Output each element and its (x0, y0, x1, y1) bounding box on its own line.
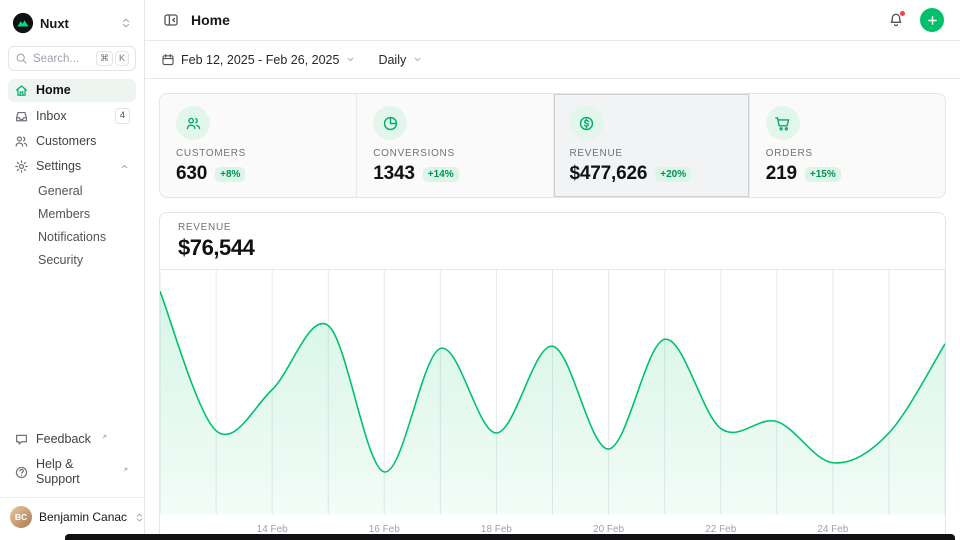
sidebar-item-customers[interactable]: Customers (8, 130, 136, 153)
page-header: Home (145, 0, 960, 41)
team-switcher[interactable]: Nuxt (8, 8, 136, 38)
stats-grid: CUSTOMERS 630 +8% CONVERSIONS 1343 +14% (159, 93, 946, 198)
header-actions (886, 8, 944, 32)
stat-card-orders[interactable]: ORDERS 219 +15% (749, 94, 945, 197)
stat-value: 630 (176, 163, 207, 185)
gear-icon (14, 159, 29, 174)
home-icon (14, 83, 29, 98)
stat-label: ORDERS (766, 148, 813, 159)
sidebar-item-label: Settings (36, 159, 81, 174)
search-input[interactable]: Search... ⌘ K (8, 46, 136, 71)
calendar-icon (161, 53, 175, 67)
k-key: K (115, 51, 129, 66)
nuxt-logo-icon (12, 12, 34, 34)
notifications-button[interactable] (886, 10, 906, 30)
stat-value: $477,626 (570, 163, 648, 185)
sidebar-item-label: Customers (36, 134, 96, 149)
interval-value: Daily (378, 53, 406, 67)
sidebar-item-label: Home (36, 83, 71, 98)
users-icon (14, 134, 29, 149)
stat-card-revenue[interactable]: REVENUE $477,626 +20% (553, 94, 749, 197)
users-icon (176, 106, 210, 140)
sidebar-item-members[interactable]: Members (8, 203, 136, 226)
stat-label: CONVERSIONS (373, 148, 455, 159)
sidebar-item-notifications[interactable]: Notifications (8, 226, 136, 249)
stat-change-badge: +15% (805, 167, 841, 182)
sidebar-spacer (8, 272, 136, 428)
search-icon (15, 52, 28, 65)
sidebar-item-settings[interactable]: Settings (8, 155, 136, 178)
sidebar-item-home[interactable]: Home (8, 79, 136, 102)
plus-icon (926, 14, 939, 27)
sidebar-item-label: General (38, 184, 82, 199)
bottom-bar (65, 534, 955, 540)
sidebar-item-label: Help & Support (36, 457, 112, 487)
inbox-count-badge: 4 (115, 108, 130, 124)
stat-label: CUSTOMERS (176, 148, 246, 159)
page-title: Home (191, 12, 230, 28)
external-link-icon (121, 465, 130, 474)
stat-value: 219 (766, 163, 797, 185)
brand-name: Nuxt (40, 16, 69, 31)
sidebar-item-label: Feedback (36, 432, 91, 447)
sidebar-item-security[interactable]: Security (8, 249, 136, 272)
sidebar-footer-nav: Feedback Help & Support (8, 428, 136, 491)
chart-header: REVENUE $76,544 (160, 213, 945, 270)
settings-subnav: General Members Notifications Security (8, 180, 136, 272)
revenue-chart: 14 Feb16 Feb18 Feb20 Feb22 Feb24 Feb (160, 270, 945, 539)
dashboard-app: Nuxt Search... ⌘ K Home (0, 0, 960, 540)
search-shortcut: ⌘ K (96, 51, 129, 66)
date-range-value: Feb 12, 2025 - Feb 26, 2025 (181, 53, 339, 67)
date-range-picker[interactable]: Feb 12, 2025 - Feb 26, 2025 (161, 53, 356, 67)
sidebar-item-label: Security (38, 253, 83, 268)
stat-change-badge: +14% (423, 167, 459, 182)
cmd-key: ⌘ (96, 51, 113, 66)
stat-card-customers[interactable]: CUSTOMERS 630 +8% (160, 94, 356, 197)
sidebar-collapse-button[interactable] (161, 10, 181, 30)
external-link-icon (100, 432, 109, 441)
sidebar-nav: Home Inbox 4 Customers Settings (8, 79, 136, 272)
stat-card-conversions[interactable]: CONVERSIONS 1343 +14% (356, 94, 552, 197)
stat-change-badge: +8% (215, 167, 245, 182)
sidebar: Nuxt Search... ⌘ K Home (0, 0, 145, 540)
chevron-up-icon (119, 161, 130, 172)
sidebar-item-label: Members (38, 207, 90, 222)
user-avatar: BC (10, 506, 32, 528)
stat-label: REVENUE (570, 148, 623, 159)
search-placeholder: Search... (33, 53, 79, 65)
content-area: CUSTOMERS 630 +8% CONVERSIONS 1343 +14% (145, 79, 960, 540)
panel-left-close-icon (163, 12, 179, 28)
sidebar-item-label: Notifications (38, 230, 106, 245)
sidebar-item-label: Inbox (36, 109, 67, 124)
dollar-circle-icon (570, 106, 604, 140)
sidebar-item-inbox[interactable]: Inbox 4 (8, 104, 136, 128)
notification-dot (899, 10, 906, 17)
help-circle-icon (14, 465, 29, 480)
inbox-icon (14, 109, 29, 124)
user-name: Benjamin Canac (39, 510, 127, 524)
chevron-down-icon (345, 54, 356, 65)
stat-value: 1343 (373, 163, 415, 185)
user-menu[interactable]: BC Benjamin Canac (0, 497, 144, 532)
chart-pie-icon (373, 106, 407, 140)
chart-title: REVENUE (178, 222, 927, 233)
main-area: Home Feb 12, 2 (145, 0, 960, 540)
stat-change-badge: +20% (655, 167, 691, 182)
sidebar-item-help-support[interactable]: Help & Support (8, 453, 136, 491)
revenue-chart-card: REVENUE $76,544 14 Feb16 Feb18 Feb20 Feb… (159, 212, 946, 540)
shopping-cart-icon (766, 106, 800, 140)
chevrons-up-down-icon (120, 17, 132, 29)
chevrons-up-down-icon (134, 512, 145, 523)
sidebar-item-feedback[interactable]: Feedback (8, 428, 136, 451)
sidebar-item-general[interactable]: General (8, 180, 136, 203)
message-bubble-icon (14, 432, 29, 447)
filter-toolbar: Feb 12, 2025 - Feb 26, 2025 Daily (145, 41, 960, 79)
chevron-down-icon (412, 54, 423, 65)
interval-select[interactable]: Daily (378, 53, 423, 67)
add-button[interactable] (920, 8, 944, 32)
chart-current-value: $76,544 (178, 236, 927, 260)
